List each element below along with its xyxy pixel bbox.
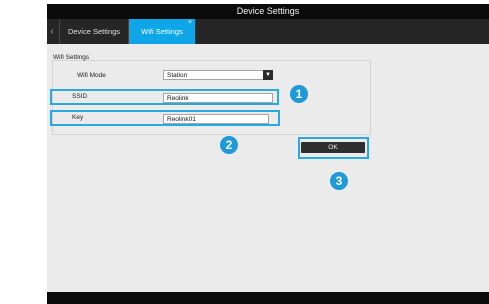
window-title: Device Settings [47, 4, 489, 19]
ok-button[interactable]: OK [301, 142, 365, 153]
tab-scroll-left-icon[interactable]: ‹ [47, 19, 57, 44]
callout-1: 1 [290, 85, 308, 103]
ssid-label: SSID [72, 93, 88, 100]
tab-device-settings-label: Device Settings [67, 27, 121, 36]
wifi-settings-group-title: Wifi Settings [53, 54, 90, 61]
bottom-bar [47, 292, 489, 304]
wifi-mode-label: Wifi Mode [77, 72, 106, 79]
tab-bar: ‹ Device Settings Wifi Settings × [47, 19, 489, 44]
device-settings-window: Device Settings ‹ Device Settings Wifi S… [47, 4, 489, 304]
chevron-down-icon[interactable]: ▼ [263, 70, 273, 80]
wifi-mode-value: Station [167, 72, 188, 79]
key-input[interactable]: Reolink01 [163, 114, 269, 124]
ssid-input[interactable]: Reolink [163, 93, 273, 103]
settings-content: Wifi Settings Wifi Mode Station ▼ SSID R… [47, 44, 489, 292]
wifi-mode-select[interactable]: Station ▼ [163, 70, 273, 80]
tab-wifi-settings[interactable]: Wifi Settings × [129, 19, 195, 44]
tab-device-settings[interactable]: Device Settings [59, 19, 129, 44]
key-label: Key [72, 114, 84, 121]
tab-wifi-settings-label: Wifi Settings [141, 27, 183, 36]
callout-3: 3 [330, 172, 348, 190]
callout-2: 2 [220, 136, 238, 154]
tab-close-icon[interactable]: × [188, 10, 192, 35]
